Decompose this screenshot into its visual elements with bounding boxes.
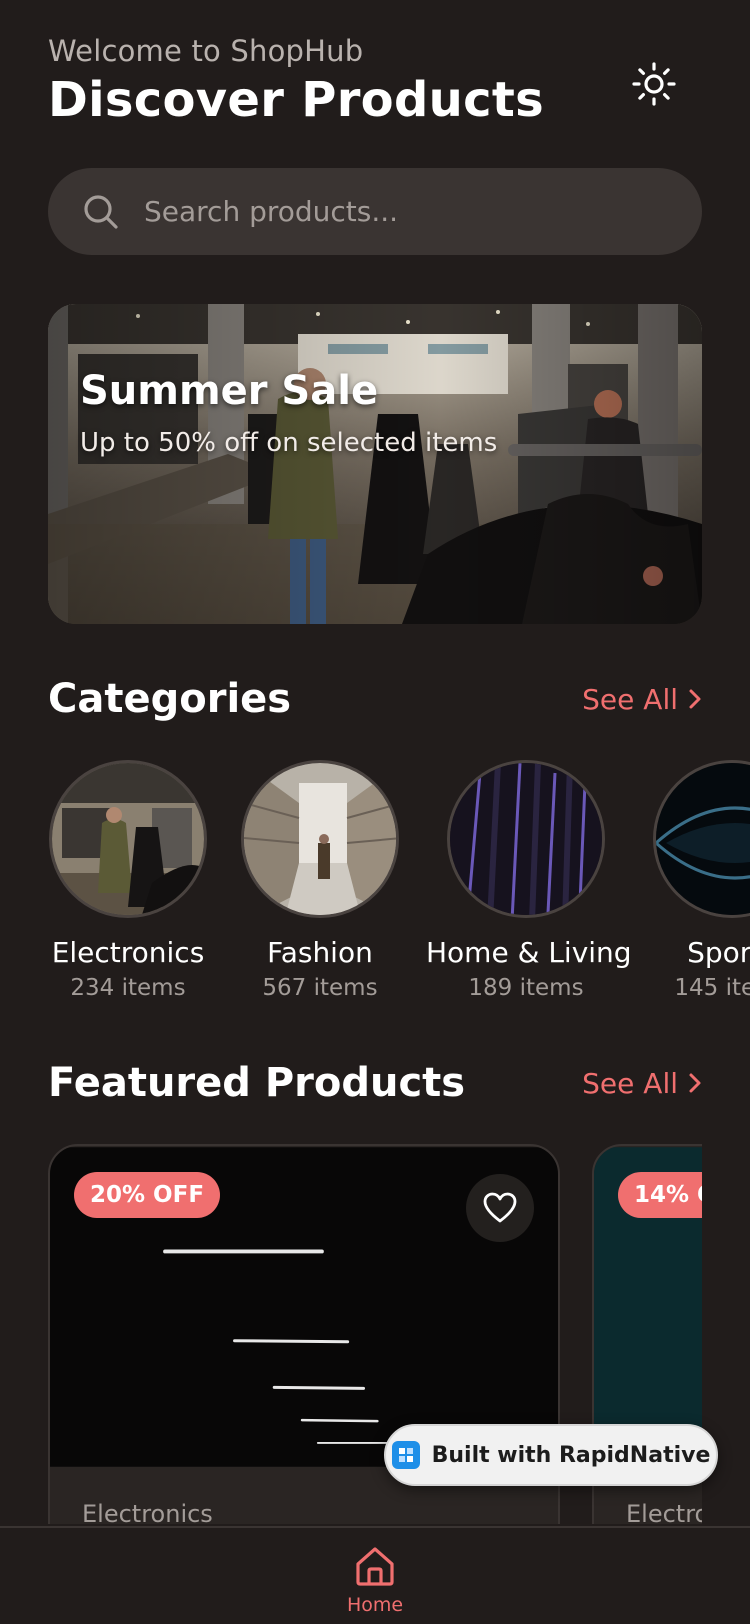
category-image bbox=[49, 760, 207, 918]
see-all-label: See All bbox=[582, 1066, 678, 1100]
featured-title: Featured Products bbox=[48, 1060, 466, 1106]
categories-see-all-button[interactable]: See All bbox=[582, 683, 702, 716]
featured-see-all-button[interactable]: See All bbox=[582, 1067, 702, 1100]
theme-toggle-button[interactable] bbox=[630, 60, 678, 108]
category-name: Fashion bbox=[267, 936, 373, 969]
page-title: Discover Products bbox=[48, 72, 544, 128]
app-screen: Welcome to ShopHub Discover Products Sea… bbox=[0, 0, 750, 1624]
chevron-right-icon bbox=[689, 689, 701, 709]
search-input[interactable] bbox=[144, 195, 664, 228]
category-item-sports[interactable]: Sports 145 items bbox=[632, 760, 750, 1001]
category-image bbox=[653, 760, 750, 918]
search-icon bbox=[84, 194, 118, 229]
category-count: 189 items bbox=[468, 975, 584, 1001]
tab-home-label: Home bbox=[346, 1594, 404, 1616]
product-category: Electronics bbox=[626, 1500, 702, 1524]
bottom-tab-bar: Home bbox=[0, 1526, 750, 1624]
banner-text: Summer Sale Up to 50% off on selected it… bbox=[80, 368, 497, 458]
categories-carousel[interactable]: Electronics 234 items Fashion 567 items bbox=[0, 760, 750, 1010]
category-item-fashion[interactable]: Fashion 567 items bbox=[220, 760, 420, 1001]
search-bar[interactable] bbox=[48, 168, 702, 255]
built-with-badge[interactable]: Built with RapidNative bbox=[384, 1424, 718, 1486]
welcome-text: Welcome to ShopHub bbox=[48, 34, 364, 68]
home-icon bbox=[356, 1547, 394, 1586]
category-image bbox=[447, 760, 605, 918]
promo-banner[interactable]: Summer Sale Up to 50% off on selected it… bbox=[48, 304, 702, 624]
discount-badge: 14% OFF bbox=[618, 1172, 702, 1218]
category-item-home-living[interactable]: Home & Living 189 items bbox=[426, 760, 632, 1001]
category-name: Sports bbox=[687, 936, 750, 969]
built-with-label: Built with RapidNative bbox=[431, 1442, 711, 1468]
category-count: 567 items bbox=[262, 975, 378, 1001]
category-count: 145 items bbox=[674, 975, 750, 1001]
banner-subtitle: Up to 50% off on selected items bbox=[80, 428, 498, 458]
category-count: 234 items bbox=[70, 975, 186, 1001]
discount-badge: 20% OFF bbox=[74, 1172, 221, 1218]
header: Welcome to ShopHub Discover Products bbox=[48, 34, 702, 128]
featured-header: Featured Products See All bbox=[48, 1060, 702, 1106]
sun-icon bbox=[632, 62, 676, 106]
category-name: Home & Living bbox=[426, 936, 632, 969]
see-all-label: See All bbox=[582, 682, 678, 716]
categories-title: Categories bbox=[48, 676, 292, 722]
store-interior-image bbox=[48, 304, 702, 624]
chevron-right-icon bbox=[689, 1073, 701, 1093]
tab-home[interactable]: Home bbox=[340, 1544, 410, 1616]
category-name: Electronics bbox=[51, 936, 205, 969]
banner-title: Summer Sale bbox=[80, 368, 379, 414]
favorite-button[interactable] bbox=[466, 1174, 534, 1242]
heart-icon bbox=[483, 1192, 517, 1223]
categories-header: Categories See All bbox=[48, 676, 702, 722]
category-image bbox=[241, 760, 399, 918]
product-category: Electronics bbox=[82, 1500, 213, 1524]
category-item-electronics[interactable]: Electronics 234 items bbox=[28, 760, 228, 1001]
rapidnative-logo-icon bbox=[391, 1441, 420, 1469]
